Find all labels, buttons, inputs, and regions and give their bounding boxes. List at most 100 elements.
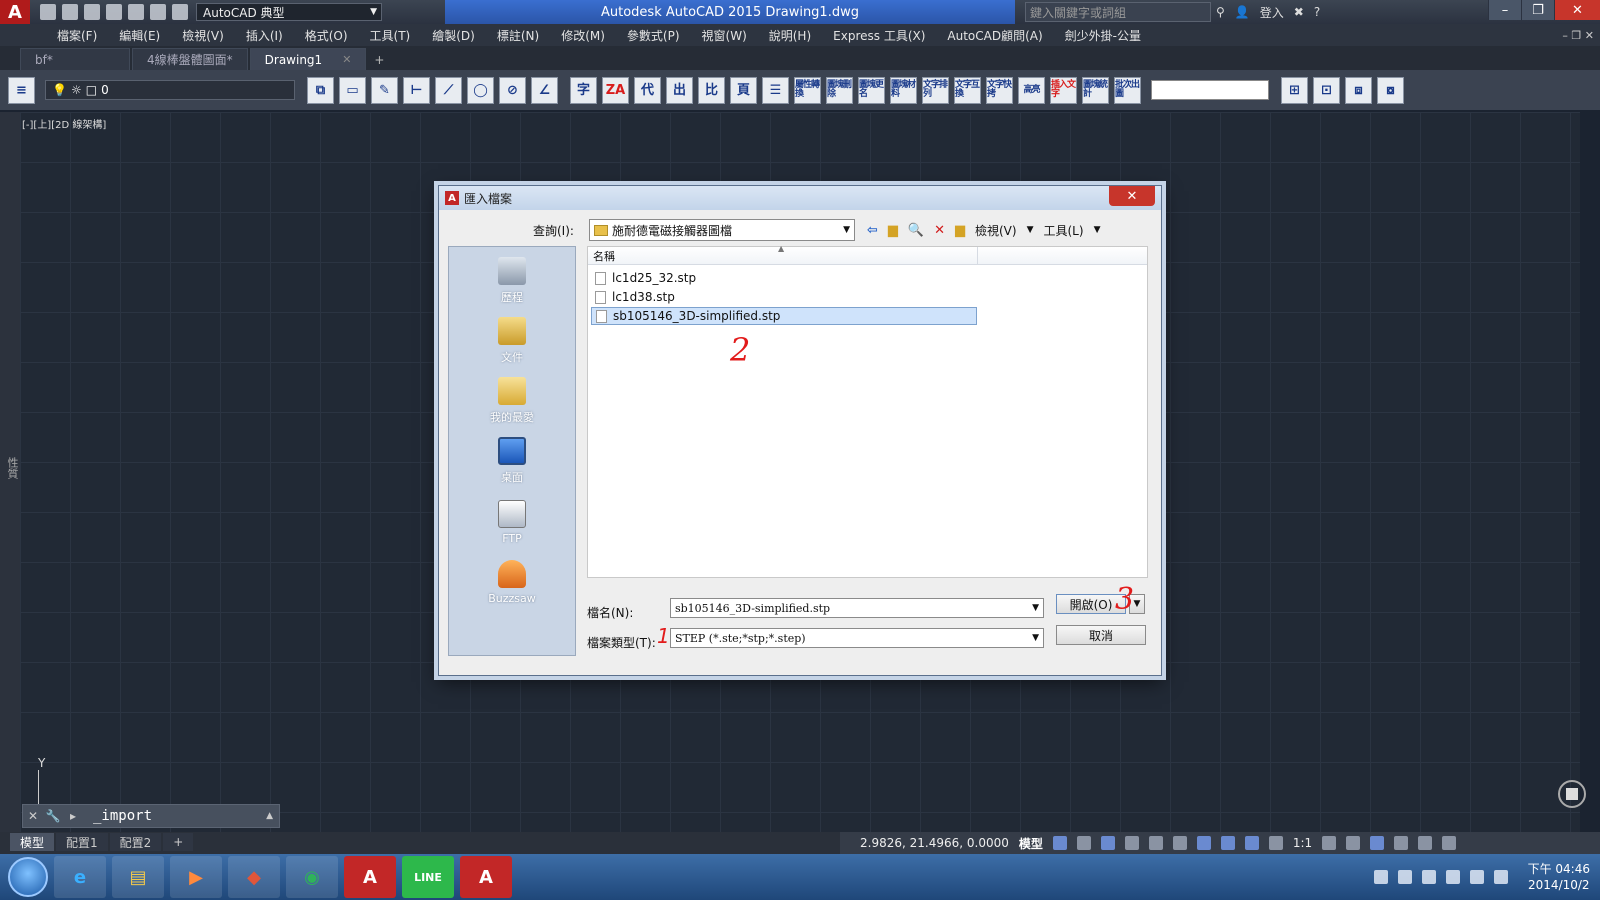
menu-edit[interactable]: 編輯(E) (108, 27, 171, 44)
search-web-icon[interactable]: 🔍 (908, 223, 924, 238)
binoculars-icon[interactable]: ⚲ (1216, 5, 1225, 19)
infer-constraints-icon[interactable] (1100, 836, 1115, 850)
internet-explorer-icon[interactable]: e (54, 856, 106, 898)
rectangle-icon[interactable]: ▭ (339, 76, 366, 104)
place-item[interactable]: Buzzsaw (449, 547, 575, 607)
viewport-controls[interactable]: [-][上][2D 線架構] (22, 116, 106, 131)
menu-window[interactable]: 視窗(W) (691, 27, 758, 44)
hardware-accel-icon[interactable] (1394, 836, 1409, 850)
snap-icon[interactable] (1076, 836, 1091, 850)
text-copy-icon[interactable]: 文字快拷 (986, 76, 1013, 104)
file-tab-active[interactable]: Drawing1 ✕ (249, 48, 367, 70)
workspace-select[interactable]: AutoCAD 典型 ▼ (196, 3, 382, 21)
place-item[interactable]: FTP (449, 487, 575, 547)
cancel-button[interactable]: 取消 (1056, 625, 1146, 645)
help-tray-icon[interactable] (1397, 870, 1412, 884)
bluetooth-icon[interactable] (1493, 870, 1508, 884)
chevron-down-icon[interactable]: ▼ (1032, 633, 1043, 643)
filename-input[interactable]: sb105146_3D-simplified.stp ▼ (670, 598, 1044, 618)
block-stats-icon[interactable]: 圖塊統計 (1082, 76, 1109, 104)
menu-file[interactable]: 檔案(F) (46, 27, 108, 44)
menu-view[interactable]: 檢視(V) (171, 27, 235, 44)
autocad-logo-icon[interactable]: A (0, 0, 30, 24)
menu-parametric[interactable]: 參數式(P) (616, 27, 691, 44)
autocad-taskbar-icon-2[interactable]: A (460, 856, 512, 898)
place-item[interactable]: 桌面 (449, 427, 575, 487)
close-tab-icon[interactable]: ✕ (322, 53, 351, 66)
text-swap-icon[interactable]: 文字互換 (954, 76, 981, 104)
angular-dim-icon[interactable]: ∠ (531, 76, 558, 104)
start-button[interactable] (8, 857, 48, 897)
clock[interactable]: 下午 04:46 2014/10/2 (1528, 861, 1590, 893)
batch-plot-icon[interactable]: 批次出圖 (1114, 76, 1141, 104)
linear-dim-icon[interactable]: ⊢ (403, 76, 430, 104)
layout-tab-1[interactable]: 配置1 (56, 833, 108, 851)
grid-icon[interactable] (1052, 836, 1067, 850)
lookin-select[interactable]: 施耐德電磁接觸器圖檔 ▼ (589, 219, 855, 241)
save-icon[interactable] (84, 4, 100, 20)
model-space-toggle[interactable]: 模型 (1019, 835, 1043, 852)
tools-dropdown-icon[interactable]: ▼ (1094, 225, 1101, 235)
chrome-icon[interactable]: ◉ (286, 856, 338, 898)
signin-link[interactable]: 登入 (1260, 4, 1284, 21)
menu-tools[interactable]: 工具(T) (359, 27, 422, 44)
menu-format[interactable]: 格式(O) (294, 27, 359, 44)
menu-insert[interactable]: 插入(I) (235, 27, 294, 44)
menu-express[interactable]: Express 工具(X) (822, 27, 936, 44)
office-icon[interactable]: ◆ (228, 856, 280, 898)
file-explorer-icon[interactable]: ▤ (112, 856, 164, 898)
radius-dim-icon[interactable]: ◯ (467, 76, 494, 104)
toolbar-text-input[interactable] (1151, 80, 1269, 100)
object-snap-icon[interactable] (1220, 836, 1235, 850)
chevron-down-icon[interactable]: ▼ (1032, 603, 1043, 613)
exchange-icon[interactable]: ✖ (1294, 5, 1304, 19)
block-delete-icon[interactable]: 圖塊刪除 (826, 76, 853, 104)
menu-modify[interactable]: 修改(M) (550, 27, 616, 44)
page-char-icon[interactable]: 頁 (730, 76, 757, 104)
file-row[interactable]: lc1d25_32.stp (591, 269, 977, 287)
undo-icon[interactable] (150, 4, 166, 20)
gear-icon[interactable] (1322, 836, 1337, 850)
up-folder-icon[interactable]: ▆ (888, 223, 898, 238)
plus-icon[interactable] (1346, 836, 1361, 850)
layout-tab-model[interactable]: 模型 (10, 833, 55, 851)
back-arrow-icon[interactable]: ⇦ (867, 223, 878, 238)
column-header-name[interactable]: ▲ 名稱 (588, 244, 978, 264)
new-file-icon[interactable] (40, 4, 56, 20)
out-char-icon[interactable]: 出 (666, 76, 693, 104)
wrench-icon[interactable]: 🔧 (43, 809, 63, 823)
object-snap-tracking-icon[interactable] (1196, 836, 1211, 850)
menu-draw[interactable]: 繪製(D) (421, 27, 486, 44)
views-menu[interactable]: 檢視(V) (975, 222, 1017, 239)
insert-text-icon[interactable]: 插入文字 (1050, 76, 1077, 104)
dialog-titlebar[interactable]: A 匯入檔案 (439, 186, 1161, 210)
new-folder-icon[interactable]: ▆ (955, 223, 965, 238)
layer-select[interactable]: 💡 ☼ □ 0 (45, 80, 295, 100)
clean-screen-icon[interactable] (1418, 836, 1433, 850)
network-icon[interactable] (1445, 870, 1460, 884)
zh-char-icon[interactable]: 字 (570, 76, 597, 104)
coordinates-readout[interactable]: 2.9826, 21.4966, 0.0000 (860, 836, 1009, 850)
customization-menu-icon[interactable] (1442, 836, 1457, 850)
file-row[interactable]: sb105146_3D-simplified.stp (591, 307, 977, 325)
file-tab[interactable]: 4線棒盤體圖面* (132, 48, 248, 70)
tools-menu[interactable]: 工具(L) (1044, 222, 1084, 239)
dialog-close-button[interactable]: ✕ (1109, 186, 1155, 206)
attr-convert-icon[interactable]: 屬性轉換 (794, 76, 821, 104)
auto-scale-icon[interactable] (1268, 836, 1283, 850)
diameter-dim-icon[interactable]: ⊘ (499, 76, 526, 104)
file-tab[interactable]: bf* (20, 48, 130, 70)
replace-char-icon[interactable]: 代 (634, 76, 661, 104)
create-block-icon[interactable]: ⊡ (1313, 76, 1340, 104)
block-attribute-icon[interactable]: ⧇ (1377, 76, 1404, 104)
maximize-button[interactable]: ❐ (1521, 0, 1554, 20)
ortho-icon[interactable] (1124, 836, 1139, 850)
filetype-select[interactable]: STEP (*.ste;*stp;*.step) ▼ (670, 628, 1044, 648)
open-file-icon[interactable] (62, 4, 78, 20)
place-item[interactable]: 歷程 (449, 247, 575, 307)
list-lines-icon[interactable]: ☰ (762, 76, 789, 104)
za-text-icon[interactable]: ZA (602, 76, 629, 104)
chevron-up-icon[interactable]: ▲ (266, 811, 279, 821)
menu-dimension[interactable]: 標註(N) (486, 27, 550, 44)
user-icon[interactable]: 👤 (1235, 5, 1250, 19)
